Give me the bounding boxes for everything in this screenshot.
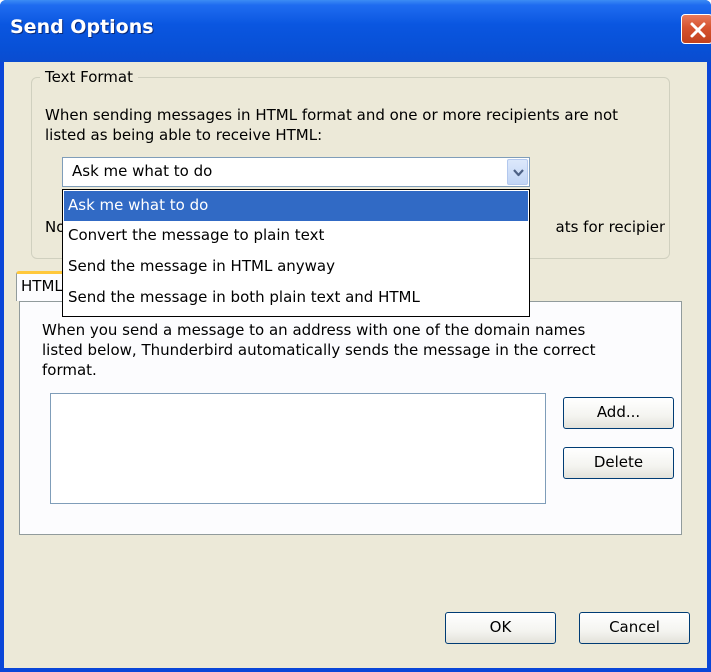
close-icon (690, 22, 706, 38)
text-format-description-line2: listed as being able to receive HTML: (45, 126, 323, 144)
text-format-dropdown: Ask me what to do Convert the message to… (62, 189, 530, 317)
title-bar[interactable]: Send Options (0, 0, 711, 62)
text-format-select[interactable]: Ask me what to do (62, 157, 530, 187)
delete-domain-button[interactable]: Delete (563, 447, 674, 479)
ok-button[interactable]: OK (445, 612, 556, 644)
window-title: Send Options (10, 16, 154, 38)
option-ask-me[interactable]: Ask me what to do (64, 191, 528, 221)
note-suffix: ats for recipients. (555, 218, 665, 236)
add-domain-button[interactable]: Add... (563, 397, 674, 429)
close-button[interactable] (681, 14, 711, 44)
text-format-select-value: Ask me what to do (72, 162, 213, 180)
option-html-anyway[interactable]: Send the message in HTML anyway (63, 252, 529, 283)
send-options-window: Send Options Text Format When sending me… (0, 0, 711, 672)
cancel-button[interactable]: Cancel (579, 612, 690, 644)
option-both-formats[interactable]: Send the message in both plain text and … (63, 283, 529, 314)
text-format-description: When sending messages in HTML format and… (45, 105, 665, 145)
domain-panel-description-line3: format. (42, 361, 97, 379)
text-format-legend: Text Format (40, 68, 138, 86)
html-domains-panel: When you send a message to an address wi… (19, 301, 682, 535)
text-format-select-arrow[interactable] (507, 159, 528, 185)
domain-panel-description: When you send a message to an address wi… (42, 320, 672, 380)
domain-panel-description-line1: When you send a message to an address wi… (42, 321, 586, 339)
chevron-down-icon (513, 169, 524, 177)
option-plain-text[interactable]: Convert the message to plain text (63, 221, 529, 252)
text-format-description-line1: When sending messages in HTML format and… (45, 106, 619, 124)
domain-panel-description-line2: listed below, Thunderbird automatically … (42, 341, 596, 359)
dialog-body: Text Format When sending messages in HTM… (4, 62, 707, 668)
domain-list[interactable] (50, 393, 546, 504)
